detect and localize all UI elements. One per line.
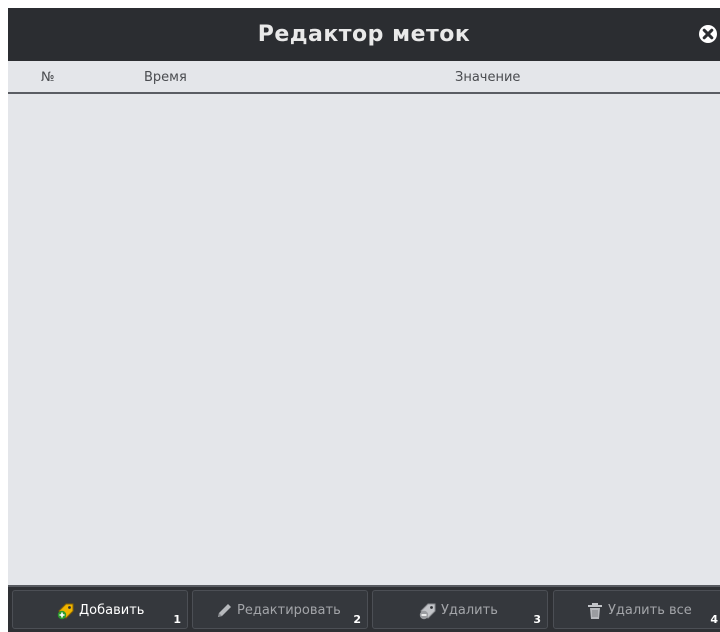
edit-button-label: Редактировать <box>237 603 341 618</box>
delete-button[interactable]: Удалить 3 <box>372 590 548 629</box>
delete-shortcut-badge: 3 <box>533 613 541 626</box>
table-header: № Время Значение <box>8 61 720 94</box>
label-editor-window: Редактор меток № Время Значение Добавить… <box>8 8 720 632</box>
delete-all-shortcut-badge: 4 <box>710 613 718 626</box>
close-icon <box>699 25 717 43</box>
window-title: Редактор меток <box>257 22 471 47</box>
edit-shortcut-badge: 2 <box>353 613 361 626</box>
delete-all-button[interactable]: Удалить все 4 <box>553 590 720 629</box>
column-header-number[interactable]: № <box>41 70 55 85</box>
add-shortcut-badge: 1 <box>173 613 181 626</box>
trash-icon <box>586 602 604 620</box>
delete-button-label: Удалить <box>441 603 498 618</box>
pencil-icon <box>215 602 233 620</box>
labels-list[interactable] <box>8 94 720 585</box>
column-header-time[interactable]: Время <box>144 70 187 85</box>
tag-remove-icon <box>419 602 437 620</box>
edit-button[interactable]: Редактировать 2 <box>192 590 368 629</box>
column-header-value[interactable]: Значение <box>455 70 520 85</box>
add-button[interactable]: Добавить 1 <box>12 590 188 629</box>
close-button[interactable] <box>698 24 718 44</box>
title-bar: Редактор меток <box>8 8 720 61</box>
bottom-toolbar: Добавить 1 Редактировать 2 Удалить 3 Уда… <box>8 587 720 632</box>
add-button-label: Добавить <box>79 603 145 618</box>
delete-all-button-label: Удалить все <box>608 603 692 618</box>
tag-add-icon <box>57 602 75 620</box>
